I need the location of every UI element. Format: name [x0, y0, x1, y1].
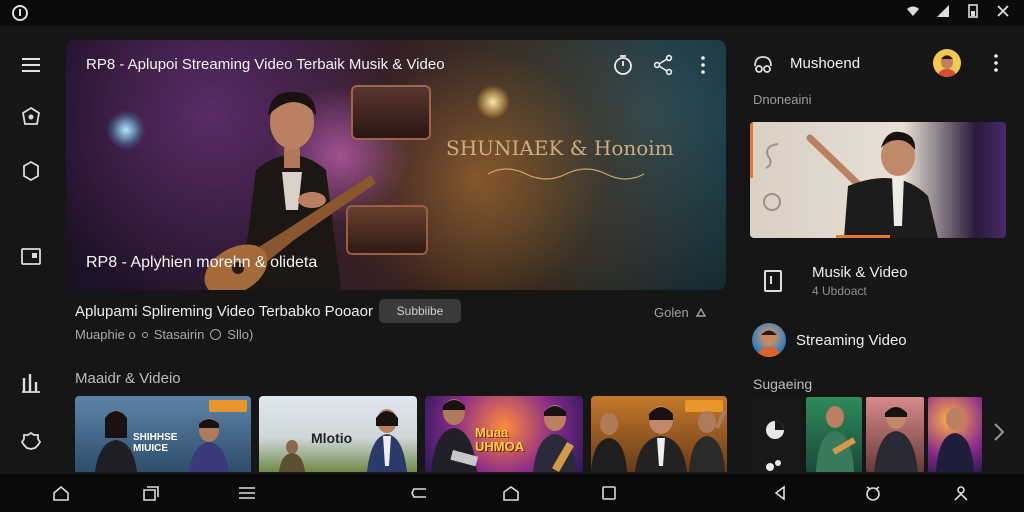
library-icon[interactable]: [20, 246, 42, 268]
playlist-icon: [764, 270, 782, 292]
video-thumbnail[interactable]: SHIHHSE MIUICE: [75, 396, 251, 472]
thumbnail-person-image: [533, 405, 577, 472]
swirl-decoration-icon: [763, 143, 781, 211]
list-item[interactable]: Streaming Video: [752, 323, 907, 357]
home-outline-icon[interactable]: [502, 485, 520, 501]
thumbnail-person-image: [367, 409, 407, 472]
clock-icon: [210, 329, 222, 340]
more-vert-icon[interactable]: [692, 54, 714, 76]
user-icon[interactable]: [952, 485, 970, 501]
suggestion-thumbnail[interactable]: [928, 397, 982, 472]
hero-banner[interactable]: RP8 - Aplupoi Streaming Video Terbaik Mu…: [66, 40, 726, 290]
suggestion-thumbnail[interactable]: [866, 397, 924, 472]
bell-icon: [695, 307, 706, 317]
meta-channel: Muaphie o: [75, 327, 136, 342]
thumbnail-person-image: [279, 440, 305, 472]
suggestion-thumbnail[interactable]: [806, 397, 862, 472]
thumbnail-person-image: [431, 399, 479, 472]
video-meta: Muaphie o Stasairin Sllo): [75, 327, 253, 342]
card-accent: [750, 122, 753, 178]
pie-icon: [766, 421, 784, 439]
meta-time: Sllo): [227, 327, 254, 342]
hero-actions: [612, 54, 714, 76]
hero-caption: RP8 - Aplyhien morehn & olideta: [86, 254, 318, 271]
list-item-sub: 4 Ubdoact: [812, 284, 867, 298]
back-swipe-icon[interactable]: [410, 485, 428, 501]
recents-icon[interactable]: [600, 485, 618, 501]
thumbnail-text: Mlotio: [311, 430, 353, 446]
battery-icon: [968, 4, 978, 18]
video-thumbnail[interactable]: Mlotio: [259, 396, 417, 472]
music-note-icon: [754, 56, 772, 73]
flourish-ornament: [487, 168, 645, 180]
timer-icon[interactable]: [612, 54, 634, 76]
app-logo-icon: [12, 5, 28, 21]
list-item[interactable]: Musik & Video 4 Ubdoact: [752, 264, 908, 298]
left-rail: [0, 26, 62, 472]
featured-video-card[interactable]: [750, 122, 1006, 238]
thumbnail-badge: [209, 400, 247, 412]
video-thumbnail[interactable]: Muaa UHMOA: [425, 396, 583, 472]
panel-subtitle: Dnoneaini: [753, 92, 812, 107]
thumbnail-text: SHIHHSE MIUICE: [133, 432, 178, 454]
hero-watermark-text: SHUNIAEK & Honoim: [446, 136, 674, 160]
thumbnail-person-image: [591, 413, 627, 472]
wifi-icon: [907, 6, 919, 16]
dot-icon: [141, 331, 148, 338]
menu-icon[interactable]: [20, 54, 42, 76]
list-icon[interactable]: [238, 485, 256, 501]
signal-icon: [937, 5, 949, 17]
thumbnail-person-image: [189, 418, 229, 472]
channel-avatar: [752, 323, 786, 357]
dots-icon: [766, 460, 781, 471]
save-action[interactable]: Golen: [654, 305, 707, 320]
close-x-icon[interactable]: [996, 4, 1010, 18]
status-icons: [906, 4, 1010, 18]
screenshot-icon[interactable]: [864, 485, 882, 501]
suggestion-icons-tile[interactable]: [752, 397, 802, 472]
back-arrow-icon[interactable]: [772, 485, 790, 501]
stats-icon[interactable]: [20, 372, 42, 394]
section-title: Sugaeing: [753, 376, 813, 392]
list-item-label: Musik & Video: [812, 264, 908, 281]
video-thumbnail[interactable]: [591, 396, 727, 472]
video-thumbnail-row: SHIHHSE MIUICE Mlotio Muaa UHMOA: [75, 396, 727, 472]
suggestion-strip: [752, 397, 982, 472]
share-icon[interactable]: [652, 54, 674, 76]
video-title[interactable]: Aplupami Splireming Video Terbabko Pooao…: [75, 303, 373, 320]
chevron-right-icon[interactable]: [992, 422, 1006, 442]
status-bar: [0, 0, 1024, 26]
meta-views: Stasairin: [153, 327, 205, 342]
list-item-label: Streaming Video: [796, 331, 907, 349]
more-vert-icon[interactable]: [986, 52, 1006, 74]
thumbnail-person-image: [635, 406, 687, 472]
save-label: Golen: [654, 305, 689, 320]
thumbnail-person-image: [95, 411, 137, 472]
featured-performer-image: [806, 131, 938, 238]
stage-light: [106, 110, 146, 150]
panel-title: Mushoend: [790, 55, 861, 72]
thumbnail-person-image: [689, 409, 727, 472]
subscribe-chip[interactable]: Subbiibe: [379, 299, 461, 323]
refresh-icon[interactable]: [20, 160, 42, 182]
explore-icon[interactable]: [20, 106, 42, 128]
stage-light: [476, 85, 510, 119]
settings-icon[interactable]: [20, 430, 42, 452]
home-icon[interactable]: [52, 485, 70, 501]
navigation-bar: [0, 474, 1024, 512]
section-title: Maaidr & Videio: [75, 370, 181, 387]
avatar[interactable]: [933, 49, 961, 77]
window-icon[interactable]: [142, 485, 160, 501]
card-progress-bar: [836, 235, 890, 238]
hero-title: RP8 - Aplupoi Streaming Video Terbaik Mu…: [86, 56, 445, 73]
